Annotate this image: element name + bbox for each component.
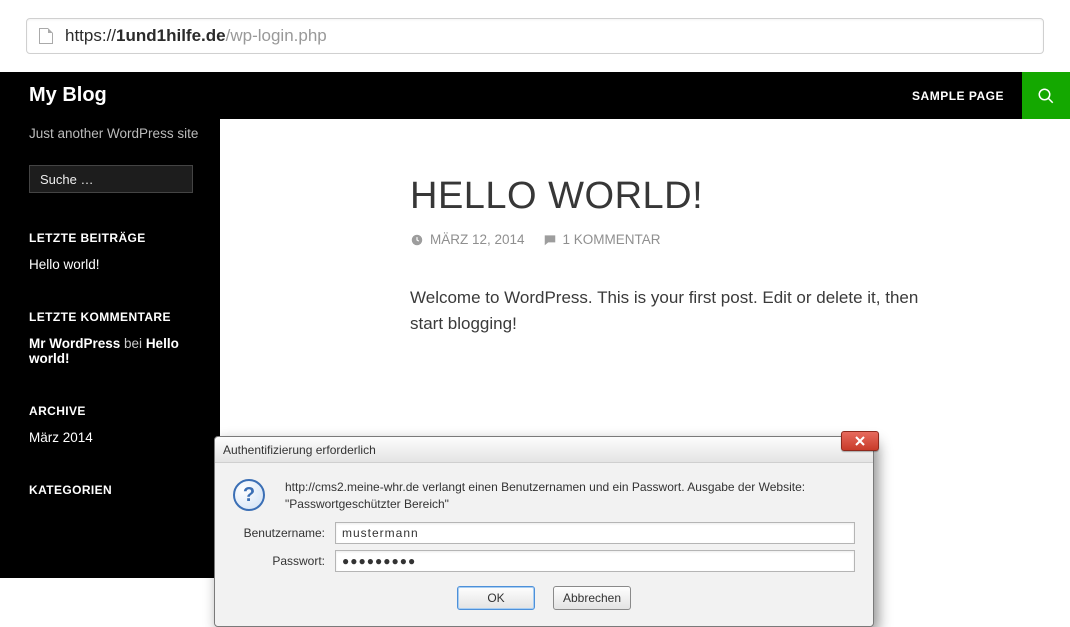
- widget-recent-comments-title: LETZTE KOMMENTARE: [29, 310, 220, 324]
- sidebar: Just another WordPress site Suche … LETZ…: [0, 72, 220, 578]
- url-text: https://1und1hilfe.de/wp-login.php: [65, 26, 327, 46]
- search-toggle-button[interactable]: [1022, 72, 1070, 119]
- dialog-body: ? http://cms2.meine-whr.de verlangt eine…: [215, 463, 873, 626]
- comment-author: Mr WordPress: [29, 336, 120, 351]
- dialog-titlebar[interactable]: Authentifizierung erforderlich: [215, 437, 873, 463]
- comment-connector: bei: [120, 336, 146, 351]
- username-input[interactable]: mustermann: [335, 522, 855, 544]
- search-input[interactable]: Suche …: [29, 165, 193, 193]
- search-placeholder: Suche …: [40, 172, 93, 187]
- url-scheme: https://: [65, 26, 116, 45]
- archive-link[interactable]: März 2014: [29, 430, 220, 445]
- recent-comment-item[interactable]: Mr WordPress bei Hello world!: [29, 336, 220, 366]
- site-header: My Blog SAMPLE PAGE: [0, 72, 1070, 119]
- auth-dialog: Authentifizierung erforderlich ? http://…: [214, 436, 874, 627]
- url-host: 1und1hilfe.de: [116, 26, 226, 45]
- cancel-button[interactable]: Abbrechen: [553, 586, 631, 610]
- browser-chrome: https://1und1hilfe.de/wp-login.php: [0, 0, 1070, 72]
- dialog-message-line1: http://cms2.meine-whr.de verlangt einen …: [285, 479, 805, 496]
- widget-categories-title: KATEGORIEN: [29, 483, 220, 497]
- widget-recent-posts-title: LETZTE BEITRÄGE: [29, 231, 220, 245]
- nav-sample-page[interactable]: SAMPLE PAGE: [894, 89, 1022, 103]
- username-value: mustermann: [342, 526, 419, 540]
- site-tagline: Just another WordPress site: [29, 126, 220, 141]
- dialog-message: http://cms2.meine-whr.de verlangt einen …: [285, 477, 805, 514]
- comment-icon: [543, 233, 557, 247]
- clock-icon: [410, 233, 424, 247]
- close-icon: [855, 436, 865, 446]
- post-date-text: MÄRZ 12, 2014: [430, 232, 525, 247]
- page-icon: [39, 28, 53, 44]
- post-meta: MÄRZ 12, 2014 1 KOMMENTAR: [410, 232, 1010, 247]
- post-comments-link[interactable]: 1 KOMMENTAR: [543, 232, 661, 247]
- password-label: Passwort:: [233, 554, 335, 568]
- url-path: /wp-login.php: [226, 26, 327, 45]
- post-body: Welcome to WordPress. This is your first…: [410, 285, 930, 338]
- ok-button[interactable]: OK: [457, 586, 535, 610]
- recent-post-link[interactable]: Hello world!: [29, 257, 220, 272]
- dialog-title-text: Authentifizierung erforderlich: [223, 443, 376, 457]
- post-comments-text: 1 KOMMENTAR: [563, 232, 661, 247]
- dialog-close-button[interactable]: [841, 431, 879, 451]
- post-title[interactable]: HELLO WORLD!: [410, 175, 1010, 218]
- password-input[interactable]: ●●●●●●●●●: [335, 550, 855, 572]
- dialog-buttons: OK Abbrechen: [233, 586, 855, 610]
- widget-archive-title: ARCHIVE: [29, 404, 220, 418]
- password-value: ●●●●●●●●●: [342, 554, 416, 568]
- search-icon: [1037, 87, 1055, 105]
- question-icon: ?: [233, 479, 265, 511]
- dialog-message-line2: "Passwortgeschützter Bereich": [285, 496, 805, 513]
- address-bar[interactable]: https://1und1hilfe.de/wp-login.php: [26, 18, 1044, 54]
- site-title[interactable]: My Blog: [0, 84, 107, 107]
- username-label: Benutzername:: [233, 526, 335, 540]
- post-date[interactable]: MÄRZ 12, 2014: [410, 232, 525, 247]
